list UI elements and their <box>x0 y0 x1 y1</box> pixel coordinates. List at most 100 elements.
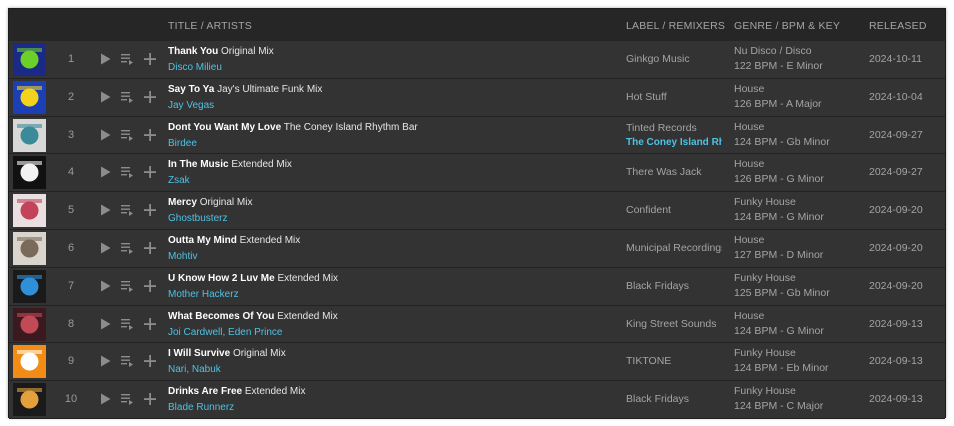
artwork-thumbnail[interactable] <box>13 269 46 303</box>
track-artists[interactable]: Blade Runnerz <box>168 402 618 413</box>
artwork-thumbnail[interactable] <box>13 80 46 114</box>
track-artists[interactable]: Ghostbusterz <box>168 213 618 224</box>
track-title[interactable]: Dont You Want My Love <box>168 122 281 133</box>
header-released[interactable]: RELEASED <box>869 20 927 32</box>
add-to-queue-icon[interactable] <box>120 241 134 255</box>
track-row[interactable]: 7 U Know How 2 Luv Me Extended Mix Mothe… <box>9 267 945 306</box>
play-icon[interactable] <box>98 241 112 255</box>
track-row[interactable]: 1 Thank You Original Mix Disco Milieu Gi… <box>9 41 945 79</box>
track-title[interactable]: Thank You <box>168 46 218 57</box>
artwork-thumbnail[interactable] <box>13 194 46 228</box>
track-title-line[interactable]: I Will Survive Original Mix <box>168 348 618 359</box>
plus-icon[interactable] <box>143 203 157 217</box>
track-title[interactable]: In The Music <box>168 159 229 170</box>
artwork-thumbnail[interactable] <box>13 231 46 265</box>
track-title-line[interactable]: Thank You Original Mix <box>168 46 618 57</box>
track-artists[interactable]: Nari, Nabuk <box>168 364 618 375</box>
plus-icon[interactable] <box>143 279 157 293</box>
track-label[interactable]: Tinted Records <box>626 122 722 134</box>
plus-icon[interactable] <box>143 128 157 142</box>
track-label[interactable]: There Was Jack <box>626 166 722 178</box>
header-genre-bpm-key[interactable]: GENRE / BPM & KEY <box>734 20 840 32</box>
track-artists[interactable]: Joi Cardwell, Eden Prince <box>168 327 618 338</box>
header-label-remixers[interactable]: LABEL / REMIXERS <box>626 20 725 32</box>
track-row[interactable]: 2 Say To Ya Jay's Ultimate Funk Mix Jay … <box>9 78 945 117</box>
add-to-queue-icon[interactable] <box>120 354 134 368</box>
track-row[interactable]: 9 I Will Survive Original Mix Nari, Nabu… <box>9 343 945 382</box>
track-artists[interactable]: Disco Milieu <box>168 62 618 73</box>
plus-icon[interactable] <box>143 52 157 66</box>
track-label[interactable]: Municipal Recordings <box>626 242 722 254</box>
track-label[interactable]: Black Fridays <box>626 393 722 405</box>
track-title[interactable]: Say To Ya <box>168 84 214 95</box>
track-genre[interactable]: House <box>734 310 864 322</box>
track-title[interactable]: Drinks Are Free <box>168 386 242 397</box>
artwork-thumbnail[interactable] <box>13 118 46 152</box>
play-icon[interactable] <box>98 392 112 406</box>
plus-icon[interactable] <box>143 165 157 179</box>
track-row[interactable]: 8 What Becomes Of You Extended Mix Joi C… <box>9 305 945 344</box>
track-artists[interactable]: Mohtiv <box>168 251 618 262</box>
track-title[interactable]: I Will Survive <box>168 348 230 359</box>
track-row[interactable]: 10 Drinks Are Free Extended Mix Blade Ru… <box>9 381 945 419</box>
track-artists[interactable]: Birdee <box>168 138 618 149</box>
play-icon[interactable] <box>98 203 112 217</box>
track-row[interactable]: 5 Mercy Original Mix Ghostbusterz Confid… <box>9 192 945 230</box>
play-icon[interactable] <box>98 128 112 142</box>
track-label[interactable]: Ginkgo Music <box>626 53 722 65</box>
play-icon[interactable] <box>98 52 112 66</box>
track-title-line[interactable]: Mercy Original Mix <box>168 197 618 208</box>
add-to-queue-icon[interactable] <box>120 392 134 406</box>
track-artists[interactable]: Zsak <box>168 175 618 186</box>
track-title-line[interactable]: Dont You Want My Love The Coney Island R… <box>168 122 618 133</box>
track-genre[interactable]: House <box>734 158 864 170</box>
plus-icon[interactable] <box>143 392 157 406</box>
track-title-line[interactable]: Outta My Mind Extended Mix <box>168 235 618 246</box>
track-row[interactable]: 3 Dont You Want My Love The Coney Island… <box>9 116 945 155</box>
play-icon[interactable] <box>98 279 112 293</box>
track-title[interactable]: Outta My Mind <box>168 235 237 246</box>
track-genre[interactable]: House <box>734 83 864 95</box>
track-title-line[interactable]: U Know How 2 Luv Me Extended Mix <box>168 273 618 284</box>
add-to-queue-icon[interactable] <box>120 52 134 66</box>
add-to-queue-icon[interactable] <box>120 279 134 293</box>
play-icon[interactable] <box>98 165 112 179</box>
artwork-thumbnail[interactable] <box>13 307 46 341</box>
track-genre[interactable]: Funky House <box>734 385 864 397</box>
track-genre[interactable]: Funky House <box>734 272 864 284</box>
header-title-artists[interactable]: TITLE / ARTISTS <box>168 20 252 32</box>
add-to-queue-icon[interactable] <box>120 317 134 331</box>
track-row[interactable]: 4 In The Music Extended Mix Zsak There W… <box>9 154 945 193</box>
track-genre[interactable]: Nu Disco / Disco <box>734 45 864 57</box>
track-artists[interactable]: Jay Vegas <box>168 100 618 111</box>
track-title-line[interactable]: What Becomes Of You Extended Mix <box>168 311 618 322</box>
plus-icon[interactable] <box>143 241 157 255</box>
track-label[interactable]: Hot Stuff <box>626 91 722 103</box>
track-label[interactable]: Black Fridays <box>626 280 722 292</box>
track-genre[interactable]: Funky House <box>734 196 864 208</box>
track-genre[interactable]: House <box>734 121 864 133</box>
track-title[interactable]: U Know How 2 Luv Me <box>168 273 275 284</box>
track-remixers[interactable]: The Coney Island Rhythm <box>626 137 722 148</box>
track-title-line[interactable]: In The Music Extended Mix <box>168 159 618 170</box>
track-title-line[interactable]: Drinks Are Free Extended Mix <box>168 386 618 397</box>
play-icon[interactable] <box>98 90 112 104</box>
track-artists[interactable]: Mother Hackerz <box>168 289 618 300</box>
track-title[interactable]: What Becomes Of You <box>168 311 274 322</box>
plus-icon[interactable] <box>143 90 157 104</box>
add-to-queue-icon[interactable] <box>120 165 134 179</box>
plus-icon[interactable] <box>143 354 157 368</box>
track-label[interactable]: TIKTONE <box>626 355 722 367</box>
add-to-queue-icon[interactable] <box>120 90 134 104</box>
track-row[interactable]: 6 Outta My Mind Extended Mix Mohtiv Muni… <box>9 229 945 268</box>
artwork-thumbnail[interactable] <box>13 383 46 417</box>
play-icon[interactable] <box>98 354 112 368</box>
add-to-queue-icon[interactable] <box>120 128 134 142</box>
artwork-thumbnail[interactable] <box>13 156 46 190</box>
track-label[interactable]: King Street Sounds <box>626 318 722 330</box>
artwork-thumbnail[interactable] <box>13 43 46 76</box>
track-label[interactable]: Confident <box>626 204 722 216</box>
track-title[interactable]: Mercy <box>168 197 197 208</box>
track-title-line[interactable]: Say To Ya Jay's Ultimate Funk Mix <box>168 84 618 95</box>
add-to-queue-icon[interactable] <box>120 203 134 217</box>
